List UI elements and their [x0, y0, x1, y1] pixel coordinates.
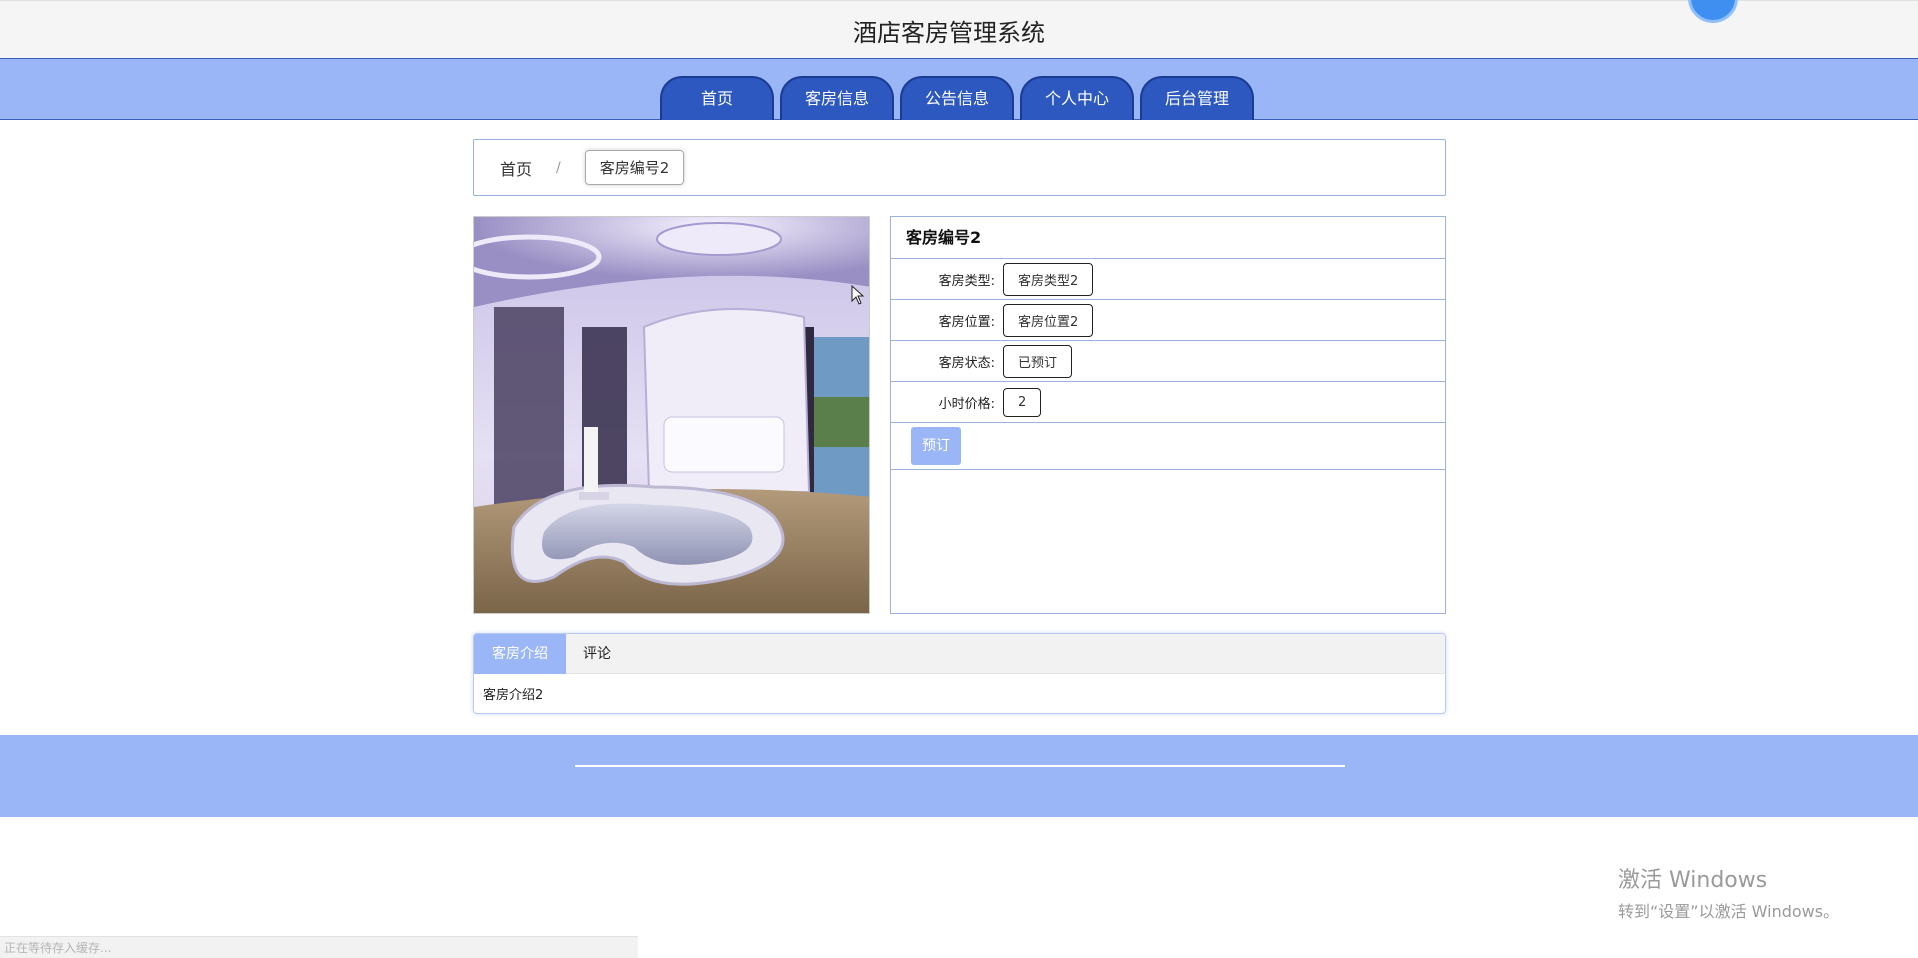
room-location-label: 客房位置:	[938, 314, 995, 330]
site-title: 酒店客房管理系统	[853, 19, 1045, 47]
room-type-value: 客房类型2	[1003, 262, 1094, 296]
footer-divider	[575, 765, 1345, 767]
room-status-label: 客房状态:	[938, 355, 995, 371]
main-nav: 首页 客房信息 公告信息 个人中心 后台管理	[0, 58, 1918, 120]
tab-comments[interactable]: 评论	[566, 634, 628, 674]
nav-tab-home[interactable]: 首页	[660, 76, 774, 120]
watermark-title: 激活 Windows	[1618, 868, 1768, 893]
breadcrumb-current: 客房编号2	[584, 150, 685, 185]
nav-tab-admin[interactable]: 后台管理	[1140, 76, 1254, 120]
tab-bar: 客房介绍 评论	[474, 634, 1445, 674]
nav-tabs: 首页 客房信息 公告信息 个人中心 后台管理	[660, 76, 1254, 120]
site-header: 酒店客房管理系统	[0, 0, 1918, 58]
room-location-value: 客房位置2	[1003, 303, 1094, 337]
site-footer	[0, 735, 1918, 817]
nav-tab-rooms[interactable]: 客房信息	[780, 76, 894, 120]
room-detail-panel: 客房编号2 客房类型: 客房类型2 客房位置: 客房位置2 客房状态: 已预订 …	[890, 216, 1446, 614]
page: 酒店客房管理系统 首页 客房信息 公告信息 个人中心 后台管理 首页 / 客房编…	[0, 0, 1918, 958]
tab-content: 客房介绍2	[483, 688, 544, 703]
breadcrumb-separator: /	[556, 159, 561, 176]
room-status-row: 客房状态: 已预订	[891, 341, 1445, 382]
book-button[interactable]: 预订	[911, 427, 961, 465]
watermark-subtitle: 转到“设置”以激活 Windows。	[1618, 902, 1840, 921]
room-price-label: 小时价格:	[938, 396, 995, 412]
room-price-value: 2	[1003, 387, 1042, 417]
room-title: 客房编号2	[891, 217, 1445, 259]
nav-tab-announcements[interactable]: 公告信息	[900, 76, 1014, 120]
tab-room-intro[interactable]: 客房介绍	[474, 634, 566, 674]
room-status-value: 已预订	[1003, 344, 1073, 378]
room-type-row: 客房类型: 客房类型2	[891, 259, 1445, 300]
mouse-cursor-icon	[851, 285, 865, 305]
browser-status-bar: 正在等待存入缓存...	[0, 936, 638, 958]
room-photo	[473, 216, 870, 614]
room-price-row: 小时价格: 2	[891, 382, 1445, 423]
breadcrumb: 首页 / 客房编号2	[473, 139, 1446, 196]
room-location-row: 客房位置: 客房位置2	[891, 300, 1445, 341]
room-info-tabs: 客房介绍 评论 客房介绍2	[473, 633, 1446, 714]
breadcrumb-home[interactable]: 首页	[500, 156, 532, 180]
nav-tab-profile[interactable]: 个人中心	[1020, 76, 1134, 120]
room-photo-icon	[474, 217, 869, 613]
windows-activation-watermark: 激活 Windows 转到“设置”以激活 Windows。	[1618, 862, 1839, 922]
room-action-row: 预订	[891, 423, 1445, 470]
room-type-label: 客房类型:	[938, 273, 995, 289]
